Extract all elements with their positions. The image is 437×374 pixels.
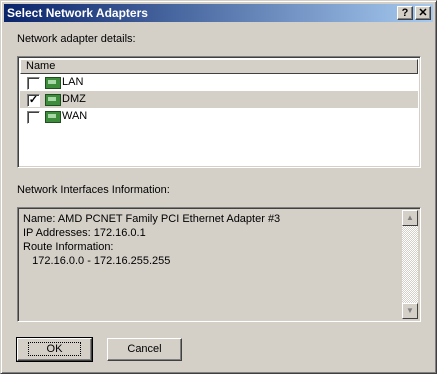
column-header-name[interactable]: Name [20, 59, 418, 74]
scroll-down-icon[interactable]: ▼ [402, 303, 418, 319]
info-line-route-header: Route Information: [23, 241, 114, 253]
network-adapter-icon [45, 77, 61, 89]
vertical-scrollbar[interactable]: ▲ ▼ [402, 210, 418, 319]
title-bar[interactable]: Select Network Adapters ? ✕ [4, 4, 433, 22]
help-button[interactable]: ? [397, 6, 413, 20]
adapter-details-label: Network adapter details: [17, 33, 136, 45]
interfaces-info-text: Name: AMD PCNET Family PCI Ethernet Adap… [23, 212, 280, 268]
info-line-route: 172.16.0.0 - 172.16.255.255 [23, 255, 171, 267]
ok-button-label: OK [27, 342, 82, 356]
adapter-row-wan[interactable]: WAN [20, 108, 418, 125]
adapter-row-lan[interactable]: LAN [20, 74, 418, 91]
interfaces-info-label: Network Interfaces Information: [17, 184, 170, 196]
close-button[interactable]: ✕ [415, 6, 431, 20]
scroll-up-icon[interactable]: ▲ [402, 210, 418, 226]
adapter-label-lan: LAN [62, 76, 84, 88]
cancel-button[interactable]: Cancel [107, 338, 182, 361]
checkbox-lan[interactable] [27, 77, 40, 90]
ok-button[interactable]: OK [16, 337, 93, 362]
adapter-label-wan: WAN [62, 110, 88, 122]
window-title: Select Network Adapters [7, 6, 148, 20]
checkbox-wan[interactable] [27, 111, 40, 124]
interfaces-info-box[interactable]: Name: AMD PCNET Family PCI Ethernet Adap… [17, 207, 421, 322]
network-adapter-icon [45, 94, 61, 106]
info-line-ip: IP Addresses: 172.16.0.1 [23, 227, 146, 239]
network-adapter-icon [45, 111, 61, 123]
adapter-row-dmz[interactable]: ✓ DMZ [20, 91, 418, 108]
checkbox-dmz[interactable]: ✓ [27, 94, 40, 107]
adapter-list[interactable]: Name LAN ✓ DMZ WAN [17, 56, 421, 168]
adapter-label-dmz: DMZ [62, 93, 86, 105]
info-line-name: Name: AMD PCNET Family PCI Ethernet Adap… [23, 213, 281, 225]
